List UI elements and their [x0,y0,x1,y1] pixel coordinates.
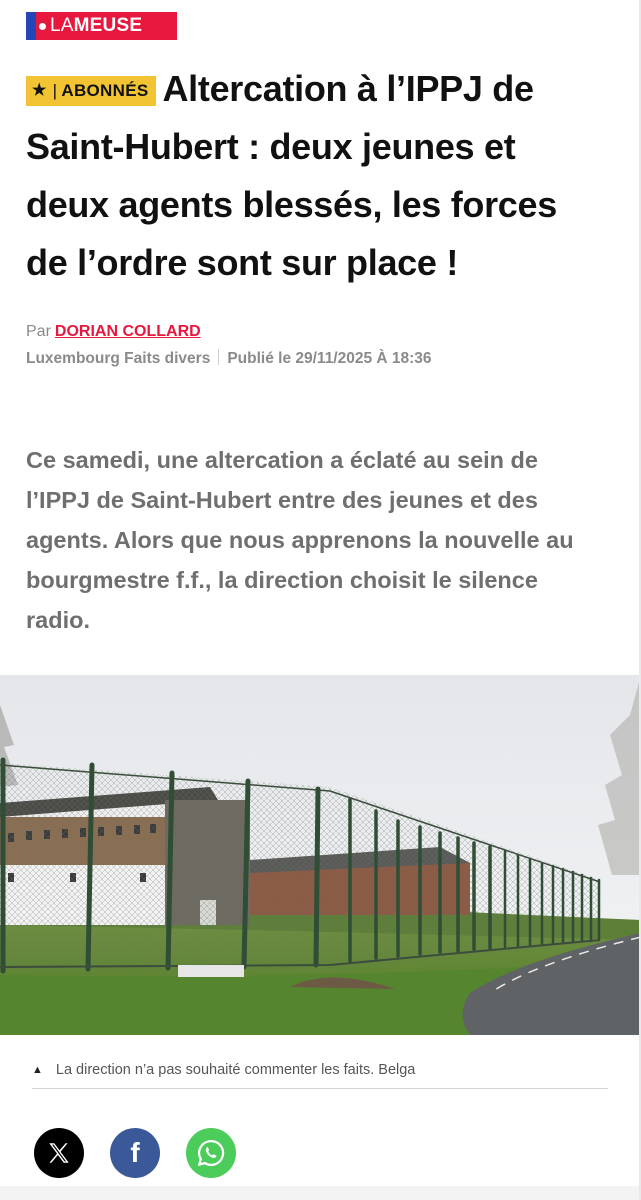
article-headline: ★ | ABONNÉS Altercation à l’IPPJ de Saint-H… [26,60,596,292]
subscriber-badge: ★ | ABONNÉS [26,76,157,106]
author-link[interactable]: DORIAN COLLARD [55,323,201,340]
byline-prefix: Par [26,323,51,340]
whatsapp-icon [197,1139,225,1167]
article-image[interactable] [0,675,641,1035]
site-logo[interactable]: LAMEUSE [26,12,177,40]
x-icon [49,1143,69,1163]
publish-date: Publié le 29/11/2025 À 18:36 [227,350,432,367]
logo-dot [39,22,46,30]
star-icon: ★ [32,82,47,99]
article-meta: Luxembourg Faits divers Publié le 29/11/2… [26,349,432,368]
logo-flag [26,12,36,40]
bottom-bar [0,1186,641,1200]
badge-label: ABONNÉS [61,81,149,100]
logo-text-bold: MEUSE [73,15,143,36]
share-x-button[interactable] [34,1128,84,1178]
article-lead: Ce samedi, une altercation a éclaté au s… [26,447,574,633]
badge-separator: | [52,81,58,100]
share-facebook-button[interactable]: f [110,1128,160,1178]
byline: Par DORIAN COLLARD [26,323,201,341]
image-caption: ▲ La direction n’a pas souhaité commenter… [32,1062,608,1089]
meta-divider [218,349,220,365]
caption-text: La direction n’a pas souhaité commenter … [55,1062,416,1078]
share-whatsapp-button[interactable] [186,1128,236,1178]
logo-text: LAMEUSE [50,12,142,40]
logo-text-light: LA [50,15,74,36]
share-bar: f [34,1128,236,1178]
building-fence-illustration [0,675,641,1035]
facebook-icon: f [130,1137,140,1168]
caption-triangle-icon: ▲ [32,1064,43,1076]
section-link[interactable]: Luxembourg Faits divers [26,350,210,367]
